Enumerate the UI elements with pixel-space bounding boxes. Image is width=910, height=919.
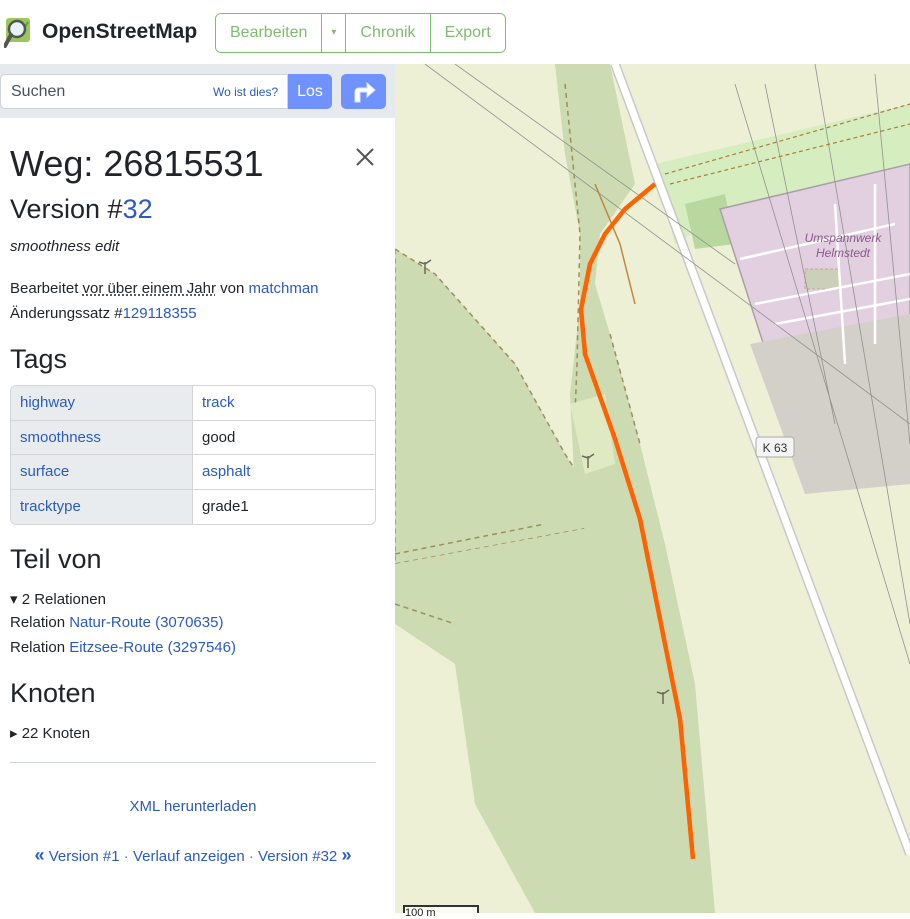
site-logo[interactable]: OpenStreetMap <box>4 14 197 50</box>
edited-prefix: Bearbeitet <box>10 280 83 297</box>
history-button[interactable]: Chronik <box>346 14 431 52</box>
map-view[interactable]: K 63 Umspannwerk Helmstedt <box>395 64 910 913</box>
tags-table: highway track smoothness good surface as… <box>10 385 376 525</box>
map-canvas[interactable]: K 63 Umspannwerk Helmstedt <box>395 64 910 913</box>
version-prefix: Version # <box>10 194 123 224</box>
scale-label: 100 m <box>405 907 436 919</box>
tag-value: good <box>202 428 236 446</box>
part-of-heading: Teil von <box>10 544 102 574</box>
page-title: Weg: 26815531 <box>10 143 264 184</box>
list-item: Relation Eitzsee-Route (3297546) <box>10 639 236 656</box>
tag-key[interactable]: highway <box>11 386 193 420</box>
directions-icon <box>354 81 376 102</box>
changeset-comment: smoothness edit <box>10 238 120 255</box>
search-form: Wo ist dies? Los <box>0 74 332 109</box>
first-version-chevron-icon[interactable]: « <box>35 845 45 865</box>
history-link[interactable]: Verlauf anzeigen <box>133 848 245 865</box>
search-bar: Wo ist dies? Los <box>0 64 395 118</box>
substation-label-2: Helmstedt <box>816 246 871 260</box>
relation-link[interactable]: Eitzsee-Route (3297546) <box>69 639 236 656</box>
substation-label-1: Umspannwerk <box>805 231 883 245</box>
tag-key[interactable]: surface <box>11 455 193 489</box>
latest-version-link[interactable]: Version #32 <box>258 848 337 865</box>
sidebar: Wo ist dies? Los Weg: 26815531 Version #… <box>0 64 395 913</box>
caret-down-icon: ▾ <box>331 27 337 38</box>
nodes-toggle[interactable]: ▸ 22 Knoten <box>10 724 90 742</box>
table-row: smoothness good <box>11 420 375 455</box>
close-icon[interactable] <box>354 146 376 168</box>
relation-link[interactable]: Natur-Route (3070635) <box>69 614 223 631</box>
tag-key[interactable]: smoothness <box>11 420 193 454</box>
top-header: OpenStreetMap Bearbeiten ▾ Chronik Expor… <box>0 0 910 64</box>
separator: · <box>123 848 129 865</box>
export-button[interactable]: Export <box>430 14 505 52</box>
edit-button-group: Bearbeiten ▾ Chronik Export <box>215 13 506 53</box>
first-version-link[interactable]: Version #1 <box>49 848 120 865</box>
table-row: surface asphalt <box>11 455 375 490</box>
latest-version-chevron-icon[interactable]: » <box>341 845 351 865</box>
edit-button[interactable]: Bearbeiten <box>216 14 323 52</box>
tag-key[interactable]: tracktype <box>11 489 193 524</box>
relations-toggle[interactable]: ▾ 2 Relationen <box>10 590 106 608</box>
tag-value[interactable]: asphalt <box>193 455 375 489</box>
table-row: tracktype grade1 <box>11 489 375 524</box>
changeset-link[interactable]: 129118355 <box>123 305 197 322</box>
divider <box>10 762 376 763</box>
brand-name: OpenStreetMap <box>42 20 198 43</box>
list-item: Relation Natur-Route (3070635) <box>10 614 223 631</box>
edit-dropdown-button[interactable]: ▾ <box>322 14 347 52</box>
edited-time: vor über einem Jahr <box>82 280 216 297</box>
xml-download-row: XML herunterladen <box>10 798 376 815</box>
directions-button[interactable] <box>341 74 386 109</box>
version-heading: Version #32 <box>10 194 153 225</box>
edited-by-prefix: von <box>215 280 249 297</box>
changeset-info: Änderungssatz #129118355 <box>10 305 197 322</box>
version-link[interactable]: 32 <box>123 194 153 224</box>
changeset-prefix: Änderungssatz # <box>10 305 123 322</box>
tags-heading: Tags <box>10 344 68 374</box>
user-link[interactable]: matchman <box>248 280 318 297</box>
edited-info: Bearbeitet vor über einem Jahr von match… <box>10 280 319 297</box>
table-row: highway track <box>11 386 375 421</box>
relation-prefix: Relation <box>10 614 70 631</box>
xml-download-link[interactable]: XML herunterladen <box>129 798 256 815</box>
separator: · <box>248 848 254 865</box>
osm-logo-icon <box>4 18 30 48</box>
search-go-button[interactable]: Los <box>288 74 332 109</box>
version-navigation: « Version #1 · Verlauf anzeigen · Versio… <box>10 845 376 866</box>
tag-value[interactable]: track <box>193 386 375 420</box>
where-is-this-link[interactable]: Wo ist dies? <box>213 85 278 99</box>
relation-prefix: Relation <box>10 639 70 656</box>
tag-value: grade1 <box>202 497 249 515</box>
road-ref-label: K 63 <box>763 441 788 455</box>
nodes-heading: Knoten <box>10 678 96 708</box>
map-scale-bar: 100 m <box>403 905 479 919</box>
